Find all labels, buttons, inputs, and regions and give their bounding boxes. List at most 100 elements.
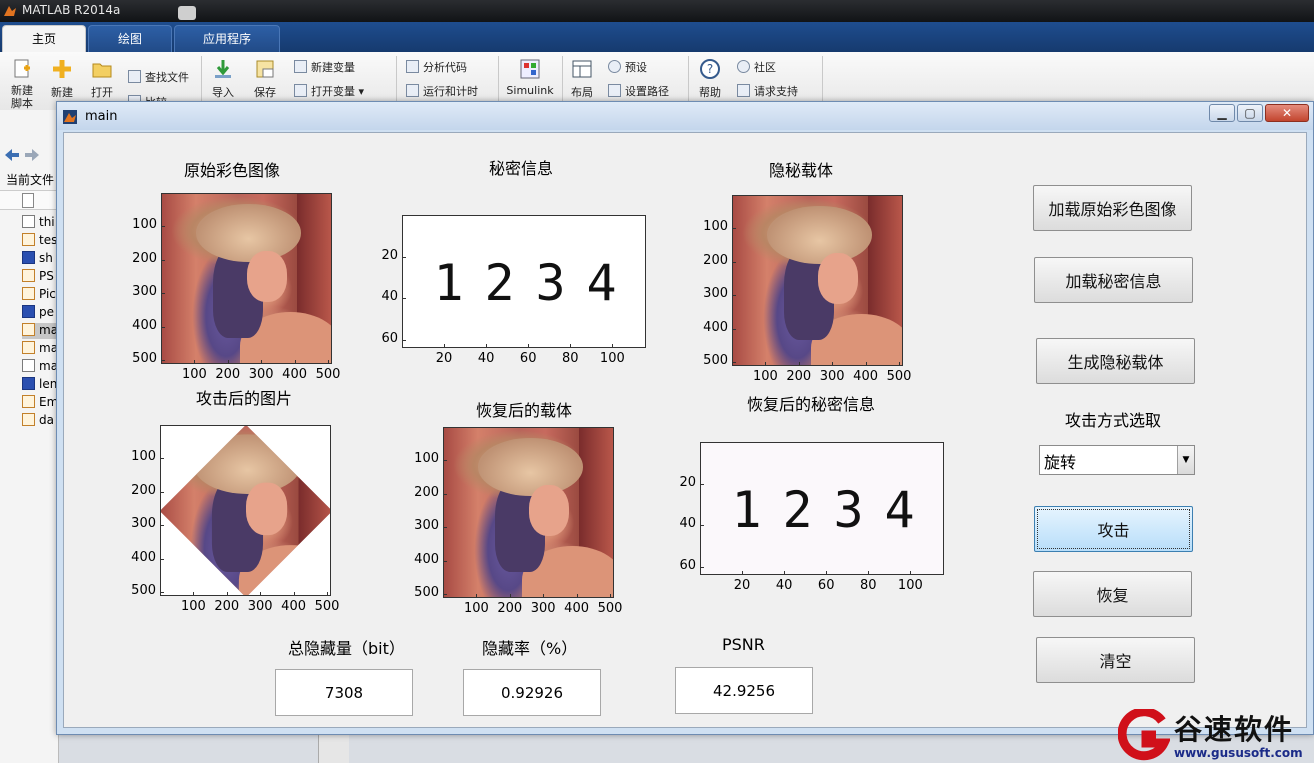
recovered-secret-axes[interactable]: 1 2 3 4: [700, 442, 944, 575]
y-tick-label: 20: [679, 474, 696, 490]
attack-method-value: 旋转: [1044, 453, 1077, 472]
close-icon: ✕: [1281, 106, 1293, 120]
file-list-item[interactable]: sh: [22, 251, 58, 267]
original-image-axes[interactable]: [161, 193, 332, 364]
set-path-button[interactable]: 设置路径: [608, 83, 669, 99]
y-tick-label: 40: [679, 516, 696, 532]
file-list-header[interactable]: [0, 190, 58, 210]
new-variable-icon: [294, 60, 307, 73]
stego-carrier-axes[interactable]: [732, 195, 903, 366]
file-list-item[interactable]: Em: [22, 395, 58, 411]
secret-info-title: 秘密信息: [489, 159, 554, 178]
x-tick-mark: [260, 592, 262, 596]
secret-digit: 1: [433, 253, 464, 312]
y-tick-label: 200: [703, 252, 728, 268]
y-tick-mark: [700, 566, 704, 568]
recovered-secret-digit: 4: [884, 480, 915, 539]
clear-button[interactable]: 清空: [1036, 637, 1195, 683]
load-original-image-button[interactable]: 加载原始彩色图像: [1033, 185, 1192, 231]
save-button[interactable]: 保存: [252, 58, 278, 100]
file-list-item[interactable]: ma: [22, 323, 58, 339]
simulink-button[interactable]: Simulink: [506, 58, 554, 97]
request-support-icon: [737, 84, 750, 97]
find-files-icon: [128, 70, 141, 83]
y-tick-label: 100: [132, 217, 157, 233]
file-list-item[interactable]: pe: [22, 305, 58, 321]
file-list-item[interactable]: ma: [22, 341, 58, 357]
file-list-item[interactable]: Pic: [22, 287, 58, 303]
new-script-button[interactable]: 新建 脚本: [8, 58, 36, 110]
x-tick-label: 100: [599, 351, 625, 366]
file-list-item[interactable]: tes: [22, 233, 58, 249]
recovered-carrier-axes[interactable]: [443, 427, 614, 598]
recovered-secret-title: 恢复后的秘密信息: [747, 395, 876, 414]
file-list-item[interactable]: len: [22, 377, 58, 393]
y-tick-label: 60: [381, 330, 398, 346]
import-arrow-icon: [215, 60, 231, 78]
new-button[interactable]: 新建: [50, 58, 74, 100]
file-list-item[interactable]: ma: [22, 359, 58, 375]
load-secret-info-button[interactable]: 加载秘密信息: [1034, 257, 1193, 303]
x-tick-mark: [570, 344, 572, 348]
secret-digit: 3: [535, 253, 566, 312]
file-name: Pic: [39, 287, 56, 301]
tab-home[interactable]: 主页: [2, 25, 86, 53]
y-tick-mark: [161, 259, 165, 261]
x-tick-label: 80: [859, 578, 877, 593]
new-script-icon: [14, 59, 30, 78]
y-tick-label: 60: [679, 557, 696, 573]
attack-method-select[interactable]: 旋转 ▼: [1039, 445, 1195, 475]
file-list-item[interactable]: PS: [22, 269, 58, 285]
back-arrow-icon[interactable]: [4, 148, 20, 162]
y-tick-mark: [161, 293, 165, 295]
request-support-label: 请求支持: [754, 85, 798, 98]
open-button[interactable]: 打开: [89, 58, 115, 100]
secret-info-axes[interactable]: 1 2 3 4: [402, 215, 646, 348]
hiding-rate-value-field: 0.92926: [463, 669, 601, 716]
chevron-down-icon[interactable]: ▼: [1177, 446, 1194, 474]
preferences-label: 预设: [625, 61, 647, 74]
attacked-image-axes[interactable]: [160, 425, 331, 596]
ribbon-divider: [498, 56, 499, 106]
find-files-button[interactable]: 查找文件: [128, 69, 189, 85]
new-script-label: 新建 脚本: [11, 84, 33, 110]
file-column-icon: [22, 193, 34, 208]
y-tick-mark: [160, 525, 164, 527]
maximize-button[interactable]: ▢: [1237, 104, 1263, 122]
x-tick-mark: [832, 362, 834, 366]
x-tick-mark: [742, 571, 744, 575]
y-tick-label: 300: [703, 286, 728, 302]
minimize-button[interactable]: ▁: [1209, 104, 1235, 122]
editor-scroll-strip: [318, 733, 349, 763]
y-tick-label: 100: [703, 219, 728, 235]
run-and-time-button[interactable]: 运行和计时: [406, 83, 478, 99]
tab-apps[interactable]: 应用程序: [174, 25, 280, 53]
tab-plots[interactable]: 绘图: [88, 25, 172, 53]
layout-button[interactable]: 布局: [570, 58, 594, 100]
recover-button[interactable]: 恢复: [1033, 571, 1192, 617]
bmp-file-icon: [22, 305, 35, 318]
y-tick-label: 500: [132, 350, 157, 366]
open-variable-button[interactable]: 打开变量 ▾: [294, 83, 364, 99]
generate-stego-button[interactable]: 生成隐秘载体: [1036, 338, 1195, 384]
close-button[interactable]: ✕: [1265, 104, 1309, 122]
request-support-button[interactable]: 请求支持: [737, 83, 798, 99]
help-button[interactable]: ? 帮助: [698, 58, 722, 100]
document-file-icon: [22, 215, 35, 228]
new-variable-button[interactable]: 新建变量: [294, 59, 355, 75]
y-tick-mark: [443, 593, 447, 595]
x-tick-label: 200: [786, 369, 812, 384]
preferences-button[interactable]: 预设: [608, 59, 647, 75]
y-tick-label: 400: [132, 317, 157, 333]
forward-arrow-icon[interactable]: [24, 148, 40, 162]
import-button[interactable]: 导入: [210, 58, 236, 100]
analyze-code-button[interactable]: 分析代码: [406, 59, 467, 75]
community-button[interactable]: 社区: [737, 59, 776, 75]
gusu-logo-icon: [1118, 709, 1170, 761]
file-list-item[interactable]: da: [22, 413, 58, 429]
file-list-item[interactable]: thi: [22, 215, 58, 231]
attack-method-label: 攻击方式选取: [1065, 411, 1162, 430]
file-name: PS: [39, 269, 54, 283]
attack-button[interactable]: 攻击: [1034, 506, 1193, 552]
x-tick-label: 400: [853, 369, 878, 384]
